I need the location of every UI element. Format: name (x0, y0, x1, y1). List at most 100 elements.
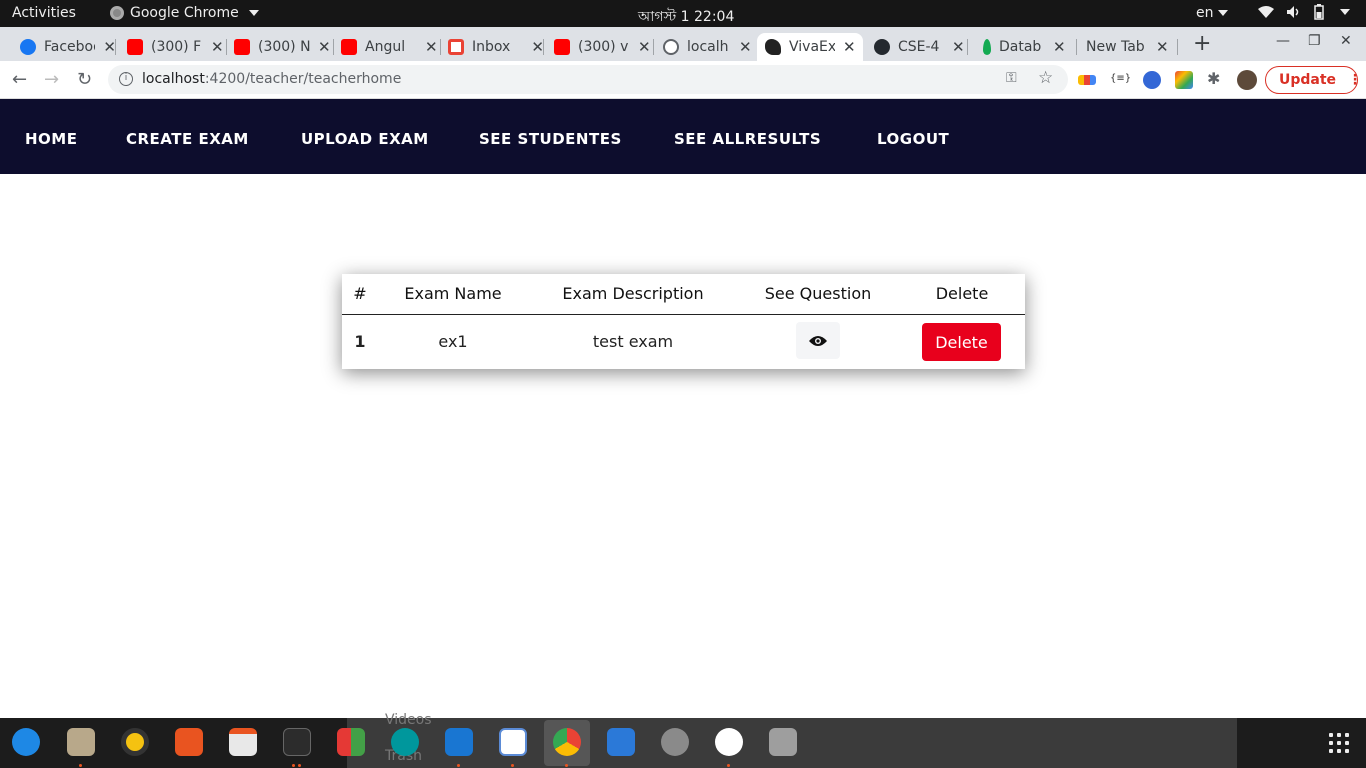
youtube-icon (554, 39, 570, 55)
system-top-bar: Activities Google Chrome আগস্ট 1 22:04 e… (0, 0, 1366, 27)
colorpicker-extension-icon[interactable] (1175, 71, 1193, 89)
running-indicator (457, 764, 460, 767)
chrome-icon[interactable] (553, 728, 581, 756)
terminal-icon[interactable] (283, 728, 311, 756)
tab-title: CSE-4 (898, 39, 940, 55)
header-number: # (353, 284, 367, 303)
tab-title: Facebook (44, 39, 95, 55)
software-center-icon[interactable] (175, 728, 203, 756)
nav-upload-exam[interactable]: UPLOAD EXAM (301, 130, 429, 148)
mongodb-compass-icon[interactable] (715, 728, 743, 756)
avatar[interactable] (1237, 70, 1257, 90)
browser-tab-strip: Facebook ✕ (300) F ✕ (300) N ✕ Angul ✕ I… (0, 27, 1366, 61)
tab-github[interactable]: CSE-4 ✕ (866, 33, 968, 61)
new-tab-button[interactable]: + (1193, 31, 1211, 56)
tab-youtube-3[interactable]: (300) v ✕ (546, 33, 654, 61)
url-host: localhost (142, 71, 205, 87)
key-icon[interactable]: ⚿ (1006, 70, 1017, 86)
nav-home[interactable]: HOME (25, 130, 77, 148)
close-icon[interactable]: ✕ (1156, 38, 1169, 56)
address-bar[interactable]: i localhost:4200/teacher/teacherhome ⚿ ☆ (108, 65, 1068, 94)
close-icon[interactable]: ✕ (739, 38, 752, 56)
reload-button[interactable]: ↻ (77, 69, 92, 90)
tab-youtube-1[interactable]: (300) F ✕ (119, 33, 227, 61)
show-applications-icon[interactable] (1329, 733, 1349, 753)
nav-logout[interactable]: LOGOUT (877, 130, 949, 148)
header-exam-name: Exam Name (404, 284, 502, 303)
extension-icon-1[interactable] (1078, 75, 1096, 85)
running-indicator (298, 764, 301, 767)
mongodb-icon (983, 39, 991, 55)
files-icon[interactable] (67, 728, 95, 756)
app-menu[interactable]: Google Chrome (110, 5, 259, 21)
tab-separator (1177, 39, 1178, 55)
close-icon[interactable]: ✕ (211, 38, 224, 56)
info-icon[interactable]: i (119, 72, 133, 86)
activities-button[interactable]: Activities (12, 5, 76, 21)
facebook-icon (20, 39, 36, 55)
close-icon[interactable]: ✕ (952, 38, 965, 56)
extension-icon-2[interactable] (1143, 71, 1161, 89)
app-menu-label: Google Chrome (130, 5, 239, 21)
running-indicator (511, 764, 514, 767)
youtube-icon (234, 39, 250, 55)
clock[interactable]: আগস্ট 1 22:04 (638, 5, 734, 29)
battery-icon (1314, 4, 1324, 20)
tab-new-tab[interactable]: New Tab ✕ (1078, 33, 1178, 61)
gmail-icon (448, 39, 464, 55)
see-question-button[interactable] (796, 322, 840, 359)
header-exam-description: Exam Description (562, 284, 704, 303)
tab-mongodb[interactable]: Datab ✕ (975, 33, 1077, 61)
tab-vivaexam-active[interactable]: VivaEx ✕ (757, 33, 863, 61)
wifi-icon (1258, 6, 1274, 18)
restore-button[interactable]: ❐ (1308, 33, 1321, 49)
close-icon[interactable]: ✕ (1053, 38, 1066, 56)
delete-button[interactable]: Delete (922, 323, 1001, 361)
bookmark-star-icon[interactable]: ☆ (1038, 68, 1053, 88)
workspace-icon[interactable] (337, 728, 365, 756)
app-navbar: HOME CREATE EXAM UPLOAD EXAM SEE STUDENT… (0, 99, 1366, 174)
disk-utility-icon[interactable] (769, 728, 797, 756)
tab-facebook[interactable]: Facebook ✕ (12, 33, 116, 61)
text-editor-icon[interactable] (499, 728, 527, 756)
nav-see-students[interactable]: SEE STUDENTES (479, 130, 622, 148)
arduino-icon[interactable] (391, 728, 419, 756)
chevron-down-icon (248, 10, 259, 16)
tab-localhost[interactable]: localh ✕ (655, 33, 755, 61)
ubuntu-dock: Videos Trash (0, 712, 1366, 768)
close-icon[interactable]: ✕ (843, 38, 856, 56)
rhythmbox-icon[interactable] (121, 728, 149, 756)
update-button[interactable]: Update ⋮ (1265, 66, 1362, 94)
nav-create-exam[interactable]: CREATE EXAM (126, 130, 249, 148)
close-icon[interactable]: ✕ (318, 38, 331, 56)
tab-youtube-angular[interactable]: Angul ✕ (333, 33, 441, 61)
tab-gmail-inbox[interactable]: Inbox ✕ (440, 33, 544, 61)
tab-title: New Tab (1086, 39, 1145, 55)
chevron-down-icon (1217, 10, 1228, 16)
language-label: en (1196, 5, 1214, 21)
tab-youtube-2[interactable]: (300) N ✕ (226, 33, 334, 61)
chevron-down-icon (1340, 9, 1350, 15)
close-icon[interactable]: ✕ (638, 38, 651, 56)
forward-button[interactable]: → (44, 69, 59, 90)
nav-see-allresults[interactable]: SEE ALLRESULTS (674, 130, 821, 148)
back-button[interactable]: ← (12, 69, 27, 90)
tab-title: Inbox (472, 39, 511, 55)
exam-table: # Exam Name Exam Description See Questio… (342, 274, 1025, 369)
tab-separator (653, 39, 654, 55)
thunderbird-icon[interactable] (12, 728, 40, 756)
json-extension-icon[interactable]: {≡} (1110, 73, 1131, 91)
close-window-button[interactable]: ✕ (1340, 33, 1352, 49)
settings-gear-icon[interactable] (661, 728, 689, 756)
document-viewer-icon[interactable] (607, 728, 635, 756)
running-indicator (565, 764, 568, 767)
vscode-icon[interactable] (445, 728, 473, 756)
minimize-button[interactable]: — (1276, 33, 1290, 49)
text-reader-icon[interactable] (229, 728, 257, 756)
language-indicator[interactable]: en (1196, 5, 1228, 21)
eye-icon (809, 335, 827, 346)
header-see-question: See Question (764, 284, 872, 303)
close-icon[interactable]: ✕ (425, 38, 438, 56)
system-status-menu[interactable] (1258, 4, 1350, 20)
puzzle-extensions-icon[interactable]: ✱ (1207, 69, 1225, 88)
